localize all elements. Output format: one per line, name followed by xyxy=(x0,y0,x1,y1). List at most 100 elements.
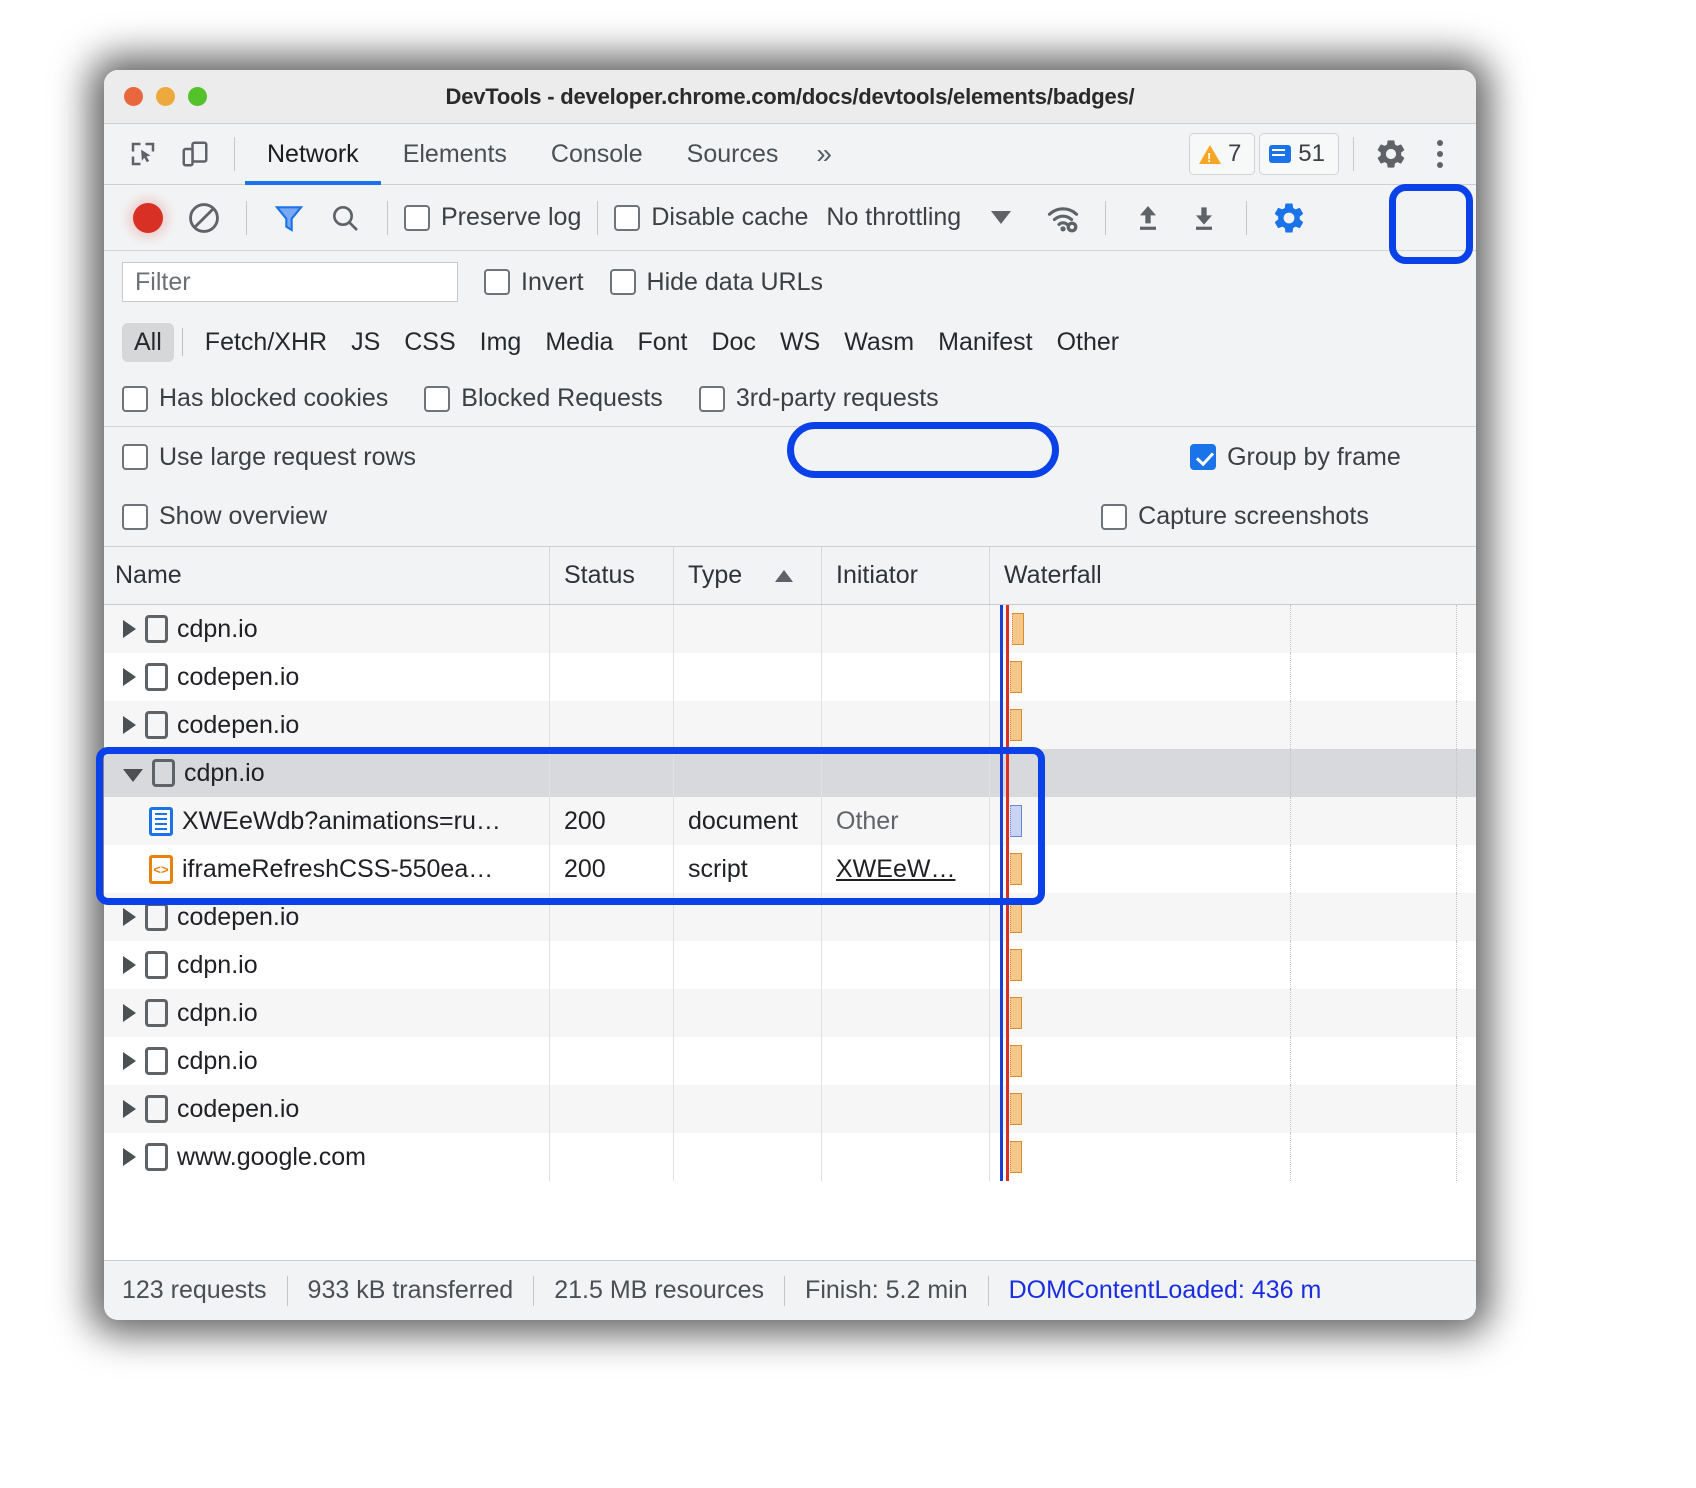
tab-network[interactable]: Network xyxy=(245,124,381,184)
expand-triangle-icon[interactable] xyxy=(123,908,136,926)
type-filter-ws[interactable]: WS xyxy=(768,323,832,362)
column-header-name[interactable]: Name xyxy=(104,547,550,604)
close-window-button[interactable] xyxy=(124,87,143,106)
type-filter-font[interactable]: Font xyxy=(625,323,699,362)
table-row[interactable]: codepen.io xyxy=(104,701,1476,749)
dom-content-loaded-marker xyxy=(1000,701,1003,749)
expand-triangle-icon[interactable] xyxy=(123,620,136,638)
waterfall-gridline xyxy=(1290,941,1291,989)
table-row[interactable]: www.google.com xyxy=(104,1133,1476,1181)
capture-screenshots-checkbox[interactable]: Capture screenshots xyxy=(1101,502,1369,531)
warnings-badge[interactable]: 7 xyxy=(1189,133,1255,175)
row-status-cell xyxy=(550,653,674,701)
messages-badge[interactable]: 51 xyxy=(1259,133,1339,175)
expand-triangle-icon[interactable] xyxy=(123,716,136,734)
more-options-icon[interactable] xyxy=(1418,132,1462,176)
gear-icon[interactable] xyxy=(1368,131,1414,177)
expand-triangle-icon[interactable] xyxy=(123,1004,136,1022)
preserve-log-checkbox[interactable]: Preserve log xyxy=(404,203,581,232)
third-party-requests-box[interactable] xyxy=(699,386,725,412)
table-row[interactable]: <> iframeRefreshCSS-550ea… 200 script XW… xyxy=(104,845,1476,893)
show-overview-box[interactable] xyxy=(122,504,148,530)
type-filter-img[interactable]: Img xyxy=(468,323,534,362)
expand-triangle-icon[interactable] xyxy=(123,956,136,974)
table-row[interactable]: cdpn.io xyxy=(104,941,1476,989)
third-party-requests-checkbox[interactable]: 3rd-party requests xyxy=(699,384,939,413)
frame-icon xyxy=(145,999,168,1027)
search-icon[interactable] xyxy=(319,192,371,244)
tab-elements[interactable]: Elements xyxy=(381,124,529,184)
table-row[interactable]: XWEeWdb?animations=ru… 200 document Othe… xyxy=(104,797,1476,845)
expand-triangle-icon[interactable] xyxy=(123,1052,136,1070)
column-header-status[interactable]: Status xyxy=(550,547,674,604)
filter-funnel-icon[interactable] xyxy=(263,192,315,244)
type-filter-all[interactable]: All xyxy=(122,323,174,362)
column-header-type[interactable]: Type xyxy=(674,547,822,604)
expand-triangle-icon[interactable] xyxy=(123,1100,136,1118)
column-header-waterfall[interactable]: Waterfall xyxy=(990,547,1476,604)
tab-console[interactable]: Console xyxy=(529,124,665,184)
frame-icon xyxy=(145,951,168,979)
more-tabs-icon[interactable]: » xyxy=(800,124,848,184)
table-row[interactable]: codepen.io xyxy=(104,653,1476,701)
network-settings-gear-icon[interactable] xyxy=(1263,192,1315,244)
use-large-request-rows-checkbox[interactable]: Use large request rows xyxy=(122,443,416,472)
table-row[interactable]: cdpn.io xyxy=(104,1037,1476,1085)
row-initiator-cell[interactable]: XWEeW… xyxy=(822,845,990,893)
expand-triangle-icon[interactable] xyxy=(123,668,136,686)
column-header-initiator[interactable]: Initiator xyxy=(822,547,990,604)
table-row[interactable]: cdpn.io xyxy=(104,749,1476,797)
use-large-request-rows-box[interactable] xyxy=(122,444,148,470)
table-body[interactable]: cdpn.io xyxy=(104,605,1476,1260)
table-row[interactable]: codepen.io xyxy=(104,893,1476,941)
hide-data-urls-checkbox[interactable]: Hide data URLs xyxy=(610,268,823,297)
filter-input-wrapper[interactable] xyxy=(122,262,458,302)
type-filter-js[interactable]: JS xyxy=(339,323,392,362)
tab-sources[interactable]: Sources xyxy=(665,124,801,184)
type-filter-css[interactable]: CSS xyxy=(392,323,467,362)
type-filter-media[interactable]: Media xyxy=(533,323,625,362)
record-dot-icon xyxy=(133,203,163,233)
device-toolbar-icon[interactable] xyxy=(172,131,218,177)
expand-triangle-icon[interactable] xyxy=(123,1148,136,1166)
preserve-log-box[interactable] xyxy=(404,205,430,231)
clear-button[interactable] xyxy=(178,192,230,244)
group-by-frame-checkbox[interactable]: Group by frame xyxy=(1190,443,1401,472)
panel-tabs: Network Elements Console Sources » xyxy=(245,124,848,184)
disable-cache-box[interactable] xyxy=(614,205,640,231)
invert-box[interactable] xyxy=(484,269,510,295)
type-filter-fetch-xhr[interactable]: Fetch/XHR xyxy=(193,323,339,362)
type-filter-doc[interactable]: Doc xyxy=(699,323,767,362)
blocked-requests-checkbox[interactable]: Blocked Requests xyxy=(424,384,663,413)
table-row[interactable]: codepen.io xyxy=(104,1085,1476,1133)
has-blocked-cookies-checkbox[interactable]: Has blocked cookies xyxy=(122,384,388,413)
wifi-gear-icon[interactable] xyxy=(1037,192,1089,244)
collapse-triangle-icon[interactable] xyxy=(123,769,143,782)
type-filter-other[interactable]: Other xyxy=(1045,323,1132,362)
filter-input[interactable] xyxy=(133,267,447,298)
row-waterfall-cell xyxy=(990,797,1476,845)
capture-screenshots-box[interactable] xyxy=(1101,504,1127,530)
invert-checkbox[interactable]: Invert xyxy=(484,268,584,297)
download-arrow-icon[interactable] xyxy=(1178,192,1230,244)
hide-data-urls-box[interactable] xyxy=(610,269,636,295)
chevron-down-icon[interactable] xyxy=(991,211,1011,224)
blocked-requests-box[interactable] xyxy=(424,386,450,412)
row-waterfall-cell xyxy=(990,941,1476,989)
disable-cache-checkbox[interactable]: Disable cache xyxy=(614,203,808,232)
inspect-element-icon[interactable] xyxy=(120,131,166,177)
type-filter-divider xyxy=(182,328,183,356)
throttling-select[interactable]: No throttling xyxy=(826,203,961,232)
type-filter-manifest[interactable]: Manifest xyxy=(926,323,1044,362)
record-button[interactable] xyxy=(122,192,174,244)
show-overview-checkbox[interactable]: Show overview xyxy=(122,502,327,531)
group-by-frame-box[interactable] xyxy=(1190,444,1216,470)
has-blocked-cookies-box[interactable] xyxy=(122,386,148,412)
table-row[interactable]: cdpn.io xyxy=(104,605,1476,653)
upload-arrow-icon[interactable] xyxy=(1122,192,1174,244)
minimize-window-button[interactable] xyxy=(156,87,175,106)
zoom-window-button[interactable] xyxy=(188,87,207,106)
initiator-link[interactable]: XWEeW… xyxy=(836,855,955,884)
table-row[interactable]: cdpn.io xyxy=(104,989,1476,1037)
type-filter-wasm[interactable]: Wasm xyxy=(832,323,926,362)
